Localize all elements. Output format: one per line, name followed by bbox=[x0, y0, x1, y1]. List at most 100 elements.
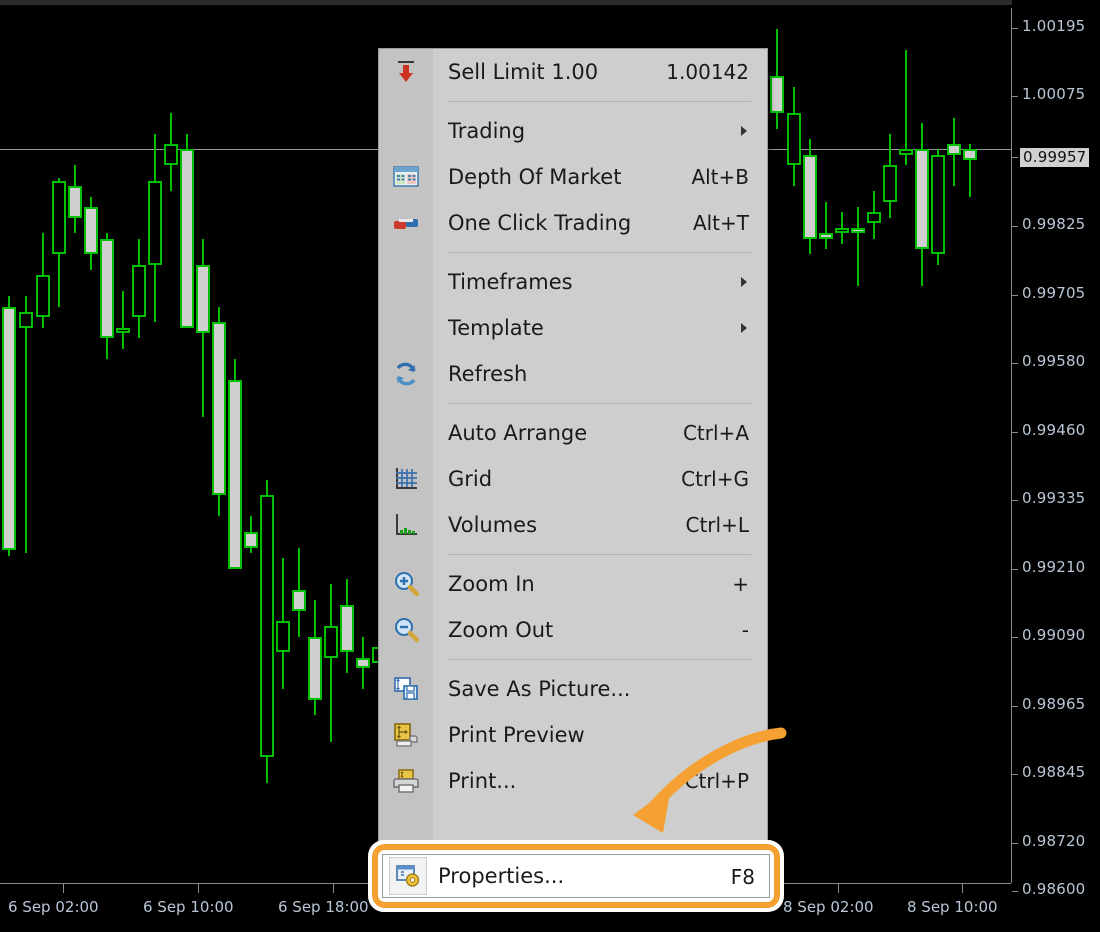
candle-body bbox=[947, 144, 961, 155]
menu-separator bbox=[448, 403, 751, 404]
price-label: 0.98845 bbox=[1022, 763, 1086, 781]
price-tick bbox=[1012, 637, 1018, 638]
price-label: 0.98965 bbox=[1022, 695, 1086, 713]
price-tick bbox=[1012, 28, 1018, 29]
price-label: 0.99705 bbox=[1022, 284, 1086, 302]
candle-body bbox=[52, 180, 66, 255]
metatrader-chart-window: 1.00195 1.00075 0.99957 0.99825 0.99705 0.995… bbox=[0, 0, 1100, 932]
candle-body bbox=[228, 380, 242, 569]
menu-item-label: One Click Trading bbox=[448, 211, 632, 235]
menu-item-label: Zoom In bbox=[448, 572, 535, 596]
menu-item-one-click-trading[interactable]: One Click Trading Alt+T bbox=[379, 200, 767, 246]
candle-body bbox=[2, 306, 16, 551]
candle-body bbox=[835, 228, 849, 234]
menu-item-save-as-picture[interactable]: Save As Picture... bbox=[379, 666, 767, 712]
candle-body bbox=[148, 180, 162, 265]
candle-body bbox=[36, 275, 50, 318]
time-tick bbox=[962, 884, 963, 893]
menu-item-grid[interactable]: Grid Ctrl+G bbox=[379, 456, 767, 502]
price-tick bbox=[1012, 157, 1018, 158]
price-label: 1.00195 bbox=[1022, 17, 1086, 35]
candle-body bbox=[883, 165, 897, 202]
current-price-label: 0.99957 bbox=[1020, 148, 1090, 167]
time-label: 8 Sep 02:00 bbox=[783, 898, 874, 916]
menu-item-zoom-out[interactable]: Zoom Out - bbox=[379, 607, 767, 653]
save-as-picture-icon bbox=[391, 674, 421, 704]
candle-wick bbox=[330, 584, 332, 742]
menu-item-trading[interactable]: Trading bbox=[379, 108, 767, 154]
candle-body bbox=[212, 322, 226, 496]
menu-item-label: Save As Picture... bbox=[448, 677, 631, 701]
candle-wick bbox=[122, 290, 124, 349]
time-tick bbox=[838, 884, 839, 893]
submenu-chevron-icon bbox=[741, 277, 747, 287]
candle-body bbox=[851, 228, 865, 234]
menu-item-label: Depth Of Market bbox=[448, 165, 622, 189]
candle-wick bbox=[25, 296, 27, 553]
candle-body bbox=[324, 626, 338, 658]
menu-item-label: Print... bbox=[448, 769, 517, 793]
candle-body bbox=[276, 621, 290, 653]
menu-item-print[interactable]: Print... Ctrl+P bbox=[379, 758, 767, 804]
chart-context-menu[interactable]: Sell Limit 1.00 1.00142 Trading Depth Of Ma… bbox=[378, 48, 768, 857]
candle-wick bbox=[825, 201, 827, 249]
price-tick bbox=[1012, 569, 1018, 570]
menu-item-shortcut: Ctrl+L bbox=[685, 513, 750, 537]
price-tick bbox=[1012, 432, 1018, 433]
candle-body bbox=[244, 531, 258, 548]
price-scale[interactable]: 1.00195 1.00075 0.99957 0.99825 0.99705 0.995… bbox=[1012, 0, 1100, 932]
menu-separator bbox=[448, 554, 751, 555]
properties-shortcut: F8 bbox=[730, 865, 755, 889]
menu-item-properties[interactable]: Properties... F8 bbox=[382, 854, 770, 898]
menu-item-template[interactable]: Template bbox=[379, 305, 767, 351]
one-click-trading-icon bbox=[391, 208, 421, 238]
candle-body bbox=[963, 149, 977, 160]
price-tick bbox=[1012, 295, 1018, 296]
price-label: 0.99335 bbox=[1022, 489, 1086, 507]
menu-item-timeframes[interactable]: Timeframes bbox=[379, 259, 767, 305]
time-label: 6 Sep 02:00 bbox=[8, 898, 99, 916]
menu-item-label: Print Preview bbox=[448, 723, 585, 747]
menu-item-auto-arrange[interactable]: Auto Arrange Ctrl+A bbox=[379, 410, 767, 456]
menu-item-label: Refresh bbox=[448, 362, 528, 386]
candle-body bbox=[180, 149, 194, 328]
menu-item-label: Template bbox=[448, 316, 544, 340]
candle-body bbox=[308, 636, 322, 700]
refresh-icon bbox=[391, 359, 421, 389]
menu-item-label: Timeframes bbox=[448, 270, 573, 294]
candle-body bbox=[356, 657, 370, 669]
menu-item-shortcut: Ctrl+G bbox=[681, 467, 749, 491]
sell-arrow-icon bbox=[391, 57, 421, 87]
zoom-out-icon bbox=[391, 615, 421, 645]
menu-item-volumes[interactable]: Volumes Ctrl+L bbox=[379, 502, 767, 548]
price-label: 0.99460 bbox=[1022, 421, 1086, 439]
candle-body bbox=[292, 589, 306, 611]
menu-item-print-preview[interactable]: Print Preview bbox=[379, 712, 767, 758]
menu-item-zoom-in[interactable]: Zoom In + bbox=[379, 561, 767, 607]
menu-item-label: Sell Limit 1.00 bbox=[448, 60, 599, 84]
menu-item-label: Auto Arrange bbox=[448, 421, 588, 445]
menu-item-depth-of-market[interactable]: Depth Of Market Alt+B bbox=[379, 154, 767, 200]
candle-body bbox=[132, 264, 146, 318]
price-tick bbox=[1012, 226, 1018, 227]
properties-label: Properties... bbox=[438, 864, 565, 888]
price-tick bbox=[1012, 500, 1018, 501]
price-label: 0.99210 bbox=[1022, 558, 1086, 576]
print-preview-icon bbox=[391, 720, 421, 750]
candle-body bbox=[803, 154, 817, 239]
time-tick bbox=[63, 884, 64, 893]
price-label: 1.00075 bbox=[1022, 85, 1086, 103]
menu-item-shortcut: + bbox=[732, 572, 749, 596]
candle-body bbox=[100, 238, 114, 339]
properties-highlight: Properties... F8 bbox=[368, 840, 784, 912]
candle-body bbox=[915, 149, 929, 249]
menu-item-sell-limit[interactable]: Sell Limit 1.00 1.00142 bbox=[379, 49, 767, 95]
submenu-chevron-icon bbox=[741, 323, 747, 333]
menu-separator bbox=[448, 101, 751, 102]
price-tick bbox=[1012, 774, 1018, 775]
candle-body bbox=[899, 149, 913, 155]
grid-icon bbox=[391, 464, 421, 494]
price-tick bbox=[1012, 843, 1018, 844]
menu-item-refresh[interactable]: Refresh bbox=[379, 351, 767, 397]
price-tick bbox=[1012, 96, 1018, 97]
